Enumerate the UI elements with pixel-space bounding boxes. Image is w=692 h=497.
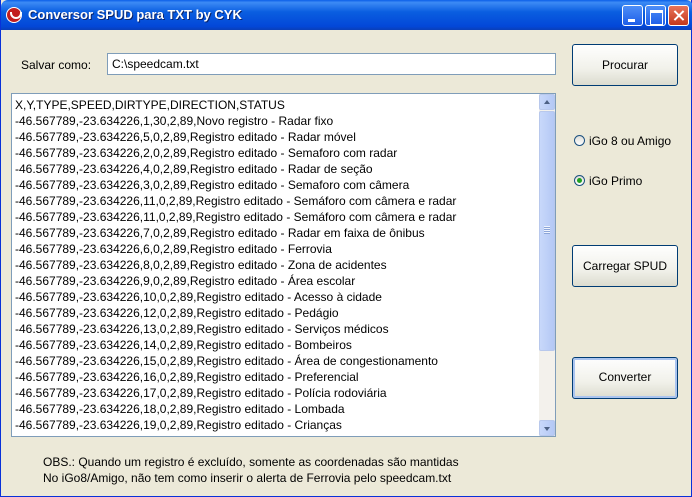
arrow-up-icon[interactable] [539, 94, 555, 110]
output-line: -46.567789,-23.634226,4,0,2,89,Registro … [15, 162, 373, 176]
output-line: -46.567789,-23.634226,12,0,2,89,Registro… [15, 306, 339, 320]
convert-button[interactable]: Converter [572, 357, 678, 399]
note-text: OBS.: Quando um registro é excluído, som… [43, 455, 459, 469]
output-line: -46.567789,-23.634226,11,0,2,89,Registro… [15, 210, 457, 224]
note-text: No iGo8/Amigo, não tem como inserir o al… [43, 471, 452, 485]
radio-circle[interactable] [574, 175, 585, 186]
output-line: -46.567789,-23.634226,16,0,2,89,Registro… [15, 370, 359, 384]
output-line: -46.567789,-23.634226,9,0,2,89,Registro … [15, 274, 356, 288]
radio-circle[interactable] [574, 135, 585, 146]
save-path-input[interactable] [107, 53, 556, 75]
output-line: -46.567789,-23.634226,11,0,2,89,Registro… [15, 194, 457, 208]
vertical-scrollbar[interactable] [539, 94, 555, 436]
output-lines: X,Y,TYPE,SPEED,DIRTYPE,DIRECTION,STATUS -… [15, 97, 540, 433]
output-line: -46.567789,-23.634226,6,0,2,89,Registro … [15, 242, 332, 256]
output-line: -46.567789,-23.634226,18,0,2,89,Registro… [15, 402, 345, 416]
output-line: -46.567789,-23.634226,19,0,2,89,Registro… [15, 418, 342, 432]
output-line: -46.567789,-23.634226,13,0,2,89,Registro… [15, 322, 389, 336]
scrollbar-thumb[interactable] [539, 111, 555, 351]
output-line: -46.567789,-23.634226,10,0,2,89,Registro… [15, 290, 382, 304]
radio-igo-primo[interactable]: iGo Primo [574, 173, 692, 189]
app-icon[interactable] [6, 7, 22, 23]
output-line: -46.567789,-23.634226,7,0,2,89,Registro … [15, 226, 425, 240]
load-spud-button[interactable]: Carregar SPUD [572, 245, 678, 287]
output-line: -46.567789,-23.634226,5,0,2,89,Registro … [15, 130, 356, 144]
maximize-icon[interactable] [645, 5, 666, 26]
output-line: -46.567789,-23.634226,3,0,2,89,Registro … [15, 178, 410, 192]
close-icon[interactable] [668, 5, 689, 26]
output-textarea[interactable]: X,Y,TYPE,SPEED,DIRTYPE,DIRECTION,STATUS -… [11, 93, 556, 437]
output-line: -46.567789,-23.634226,14,0,2,89,Registro… [15, 338, 352, 352]
arrow-down-icon[interactable] [539, 420, 555, 436]
window-title: Conversor SPUD para TXT by CYK [28, 7, 242, 22]
title-bar[interactable]: Conversor SPUD para TXT by CYK [1, 0, 692, 30]
output-line: -46.567789,-23.634226,15,0,2,89,Registro… [15, 354, 438, 368]
save-as-label: Salvar como: [21, 58, 92, 72]
output-line: -46.567789,-23.634226,1,30,2,89,Novo reg… [15, 114, 334, 128]
output-line: X,Y,TYPE,SPEED,DIRTYPE,DIRECTION,STATUS [15, 98, 285, 112]
minimize-icon[interactable] [622, 5, 643, 26]
output-line: -46.567789,-23.634226,17,0,2,89,Registro… [15, 386, 387, 400]
radio-igo8-amigo[interactable]: iGo 8 ou Amigo [574, 133, 692, 149]
radio-label: iGo 8 ou Amigo [589, 134, 672, 148]
radio-label: iGo Primo [589, 174, 643, 188]
grip-icon [544, 226, 550, 234]
output-line: -46.567789,-23.634226,8,0,2,89,Registro … [15, 258, 387, 272]
main-window: Conversor SPUD para TXT by CYK Salvar co… [0, 0, 692, 497]
output-line: -46.567789,-23.634226,2,0,2,89,Registro … [15, 146, 398, 160]
browse-button[interactable]: Procurar [572, 44, 678, 86]
